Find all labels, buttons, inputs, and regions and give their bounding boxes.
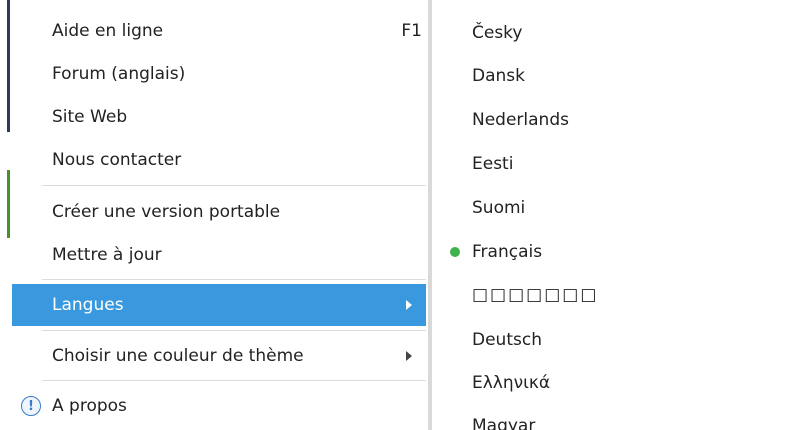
language-item-german[interactable]: Deutsch	[432, 318, 802, 362]
menu-item-label: Langues	[52, 295, 124, 315]
language-label: Dansk	[472, 66, 525, 86]
language-label: Deutsch	[472, 330, 542, 350]
language-label: □□□□□□□	[472, 285, 599, 305]
menu-item-languages[interactable]: Langues	[12, 284, 426, 326]
edge-accent-green	[7, 170, 10, 238]
menu-item-label: Créer une version portable	[52, 202, 281, 222]
language-item-dutch[interactable]: Nederlands	[432, 98, 802, 142]
submenu-arrow-icon	[406, 351, 412, 361]
menu-separator	[42, 330, 426, 331]
language-item-greek[interactable]: Ελληνικά	[432, 361, 802, 405]
menu-item-label: Mettre à jour	[52, 245, 162, 265]
menu-item-update[interactable]: Mettre à jour	[12, 234, 426, 276]
submenu-arrow-icon	[406, 300, 412, 310]
main-menu: Aide en ligne F1 Forum (anglais) Site We…	[12, 0, 428, 430]
menu-item-forum[interactable]: Forum (anglais)	[12, 53, 426, 95]
language-item-unrendered[interactable]: □□□□□□□	[432, 273, 802, 317]
language-label: Suomi	[472, 198, 526, 218]
menu-item-website[interactable]: Site Web	[12, 96, 426, 138]
language-label: Česky	[472, 23, 523, 43]
menu-item-create-portable[interactable]: Créer une version portable	[12, 191, 426, 233]
menu-item-label: Aide en ligne	[52, 21, 164, 41]
menu-item-label: A propos	[52, 396, 127, 416]
menu-item-contact[interactable]: Nous contacter	[12, 139, 426, 181]
language-label: Français	[472, 242, 543, 262]
language-label: Ελληνικά	[472, 373, 551, 393]
menu-item-about[interactable]: ! A propos	[12, 385, 426, 427]
edge-accent-dark	[7, 0, 10, 132]
menu-item-label: Nous contacter	[52, 150, 182, 170]
language-item-finnish[interactable]: Suomi	[432, 186, 802, 230]
language-item-hungarian[interactable]: Magyar	[432, 404, 802, 430]
menu-item-label: Site Web	[52, 107, 128, 127]
menu-separator	[42, 185, 426, 186]
menu-item-label: Forum (anglais)	[52, 64, 186, 84]
menu-item-theme-color[interactable]: Choisir une couleur de thème	[12, 335, 426, 377]
menu-item-online-help[interactable]: Aide en ligne F1	[12, 10, 426, 52]
language-item-czech[interactable]: Česky	[432, 11, 802, 55]
menu-item-label: Choisir une couleur de thème	[52, 346, 304, 366]
info-icon: !	[21, 396, 41, 416]
menu-separator	[42, 279, 426, 280]
window-left-edge	[0, 0, 12, 430]
language-item-french[interactable]: Français	[432, 230, 802, 274]
language-label: Eesti	[472, 154, 514, 174]
selected-dot-icon	[450, 247, 460, 257]
language-label: Nederlands	[472, 110, 569, 130]
menu-separator	[42, 380, 426, 381]
languages-submenu: Česky Dansk Nederlands Eesti Suomi Franç…	[432, 0, 802, 430]
shortcut-label: F1	[401, 21, 422, 41]
language-item-danish[interactable]: Dansk	[432, 54, 802, 98]
language-label: Magyar	[472, 416, 536, 430]
language-item-estonian[interactable]: Eesti	[432, 142, 802, 186]
